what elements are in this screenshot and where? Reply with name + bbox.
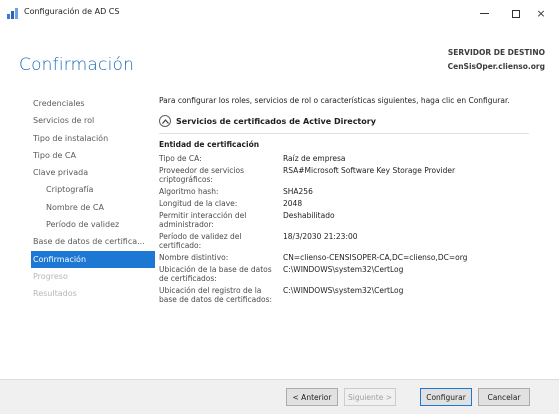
property-row: Permitir interacción del administrador: … (159, 211, 529, 229)
nav-item-tipo-de-ca[interactable]: Tipo de CA (33, 147, 153, 164)
destination-server-name: CenSisOper.clienso.org (447, 62, 545, 71)
property-label: Longitud de la clave: (159, 199, 238, 208)
nav-item-nombre-de-ca[interactable]: Nombre de CA (33, 199, 153, 216)
property-value: Deshabilitado (283, 211, 335, 220)
property-value: C:\WINDOWS\system32\CertLog (283, 286, 404, 295)
nav-item-servicios-de-rol[interactable]: Servicios de rol (33, 112, 153, 129)
property-value: RSA#Microsoft Software Key Storage Provi… (283, 166, 456, 175)
property-value: CN=clienso-CENSISOPER-CA,DC=clienso,DC=o… (283, 253, 468, 262)
cancel-button[interactable]: Cancelar (478, 388, 530, 406)
property-row: Ubicación del registro de la base de dat… (159, 286, 529, 304)
property-label: Tipo de CA: (159, 154, 202, 163)
property-label: Permitir interacción del administrador: (159, 211, 247, 229)
property-row: Proveedor de servicios criptográficos: R… (159, 166, 529, 184)
close-button[interactable]: × (523, 0, 559, 27)
property-label: Algoritmo hash: (159, 187, 219, 196)
property-label: Proveedor de servicios criptográficos: (159, 166, 244, 184)
property-label: Ubicación de la base de datos de certifi… (159, 265, 272, 283)
window-title: Configuración de AD CS (24, 7, 120, 16)
nav-item-base-de-datos[interactable]: Base de datos de certifica... (33, 233, 153, 250)
property-value: C:\WINDOWS\system32\CertLog (283, 265, 404, 274)
destination-server-label: SERVIDOR DE DESTINO (447, 48, 545, 57)
previous-button[interactable]: < Anterior (286, 388, 338, 406)
chart-bars-icon (7, 8, 18, 19)
property-label: Nombre distintivo: (159, 253, 229, 262)
nav-item-criptografia[interactable]: Criptografía (33, 181, 153, 198)
property-value: 2048 (283, 199, 303, 208)
wizard-footer: < Anterior Siguiente > Configurar Cancel… (0, 379, 559, 414)
nav-item-tipo-de-instalacion[interactable]: Tipo de instalación (33, 130, 153, 147)
section-title: Servicios de certificados de Active Dire… (176, 116, 376, 126)
nav-item-clave-privada[interactable]: Clave privada (33, 164, 153, 181)
property-label: Período de validez del certificado: (159, 232, 242, 250)
property-row: Tipo de CA: Raíz de empresa (159, 154, 529, 163)
intro-text: Para configurar los roles, servicios de … (159, 96, 510, 105)
nav-item-credenciales[interactable]: Credenciales (33, 95, 153, 112)
close-icon: × (536, 7, 546, 20)
next-button: Siguiente > (344, 388, 396, 406)
property-label: Ubicación del registro de la base de dat… (159, 286, 273, 304)
property-row: Ubicación de la base de datos de certifi… (159, 265, 529, 283)
property-value: 18/3/2030 21:23:00 (283, 232, 358, 241)
section-header[interactable]: Servicios de certificados de Active Dire… (159, 115, 376, 127)
property-row: Nombre distintivo: CN=clienso-CENSISOPER… (159, 253, 529, 262)
title-bar: Configuración de AD CS × (0, 0, 559, 27)
section-divider (159, 133, 529, 134)
property-row: Período de validez del certificado: 18/3… (159, 232, 529, 250)
configure-button[interactable]: Configurar (420, 388, 472, 406)
minimize-icon (479, 13, 489, 14)
properties-list: Tipo de CA: Raíz de empresa Proveedor de… (159, 154, 529, 307)
maximize-icon (512, 9, 520, 18)
property-row: Algoritmo hash: SHA256 (159, 187, 529, 196)
wizard-navigation: Credenciales Servicios de rol Tipo de in… (31, 95, 155, 303)
property-value: Raíz de empresa (283, 154, 346, 163)
nav-item-resultados: Resultados (33, 289, 77, 299)
nav-item-confirmacion[interactable]: Confirmación (31, 250, 155, 268)
minimize-button[interactable] (466, 0, 502, 27)
page-title: Confirmación (19, 55, 135, 75)
nav-item-progreso: Progreso (33, 271, 68, 281)
property-value: SHA256 (283, 187, 313, 196)
entity-title: Entidad de certificación (159, 140, 260, 149)
property-row: Longitud de la clave: 2048 (159, 199, 529, 208)
nav-item-periodo-de-validez[interactable]: Período de validez (33, 216, 153, 233)
chevron-up-icon[interactable] (159, 115, 171, 127)
